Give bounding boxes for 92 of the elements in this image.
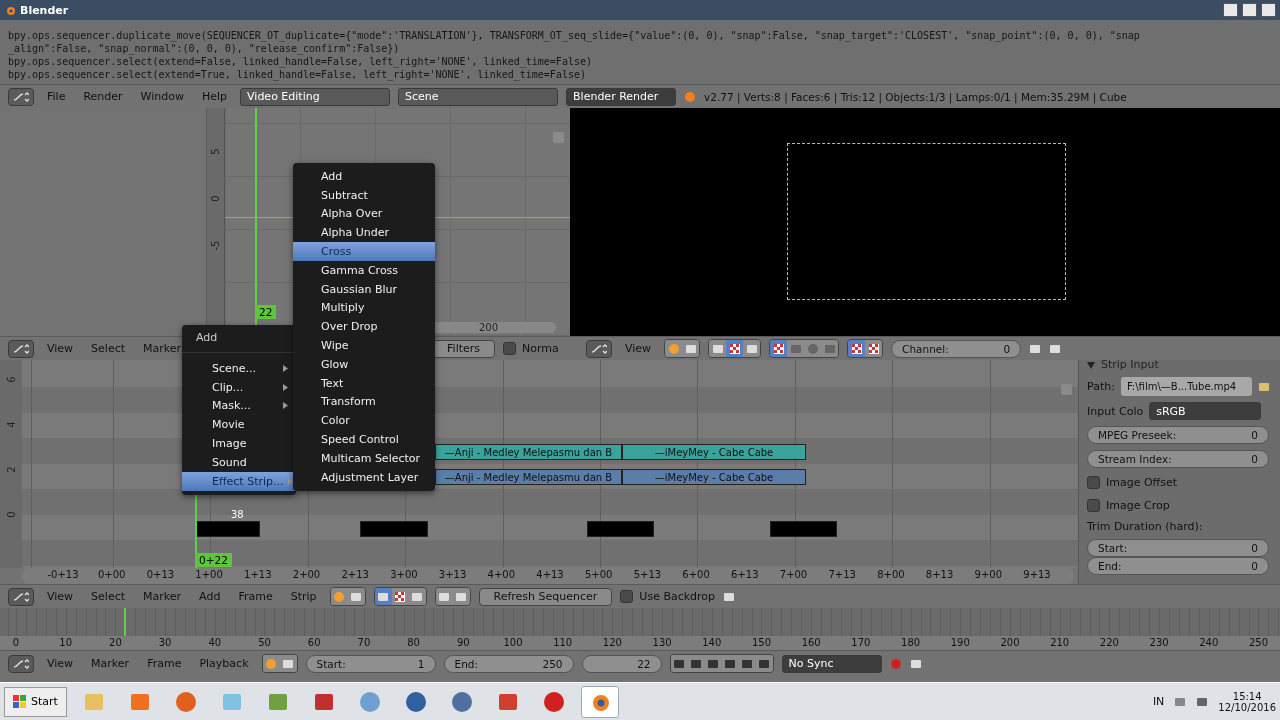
ruler-label: 9+13	[1023, 569, 1051, 580]
ruler-label: 70	[357, 637, 371, 648]
checkbox-label: Norma	[522, 342, 559, 355]
ruler-label: 7+13	[828, 569, 856, 580]
ruler-label: 4+00	[487, 569, 516, 580]
console-line: bpy.ops.sequencer.select(extend=False, linked_handle=False, left_right='NONE', linked_time=False)	[8, 55, 593, 68]
ruler-label: 3+00	[390, 569, 418, 580]
ruler-label: 10	[59, 637, 73, 648]
strip-label: —Anji - Medley Melepasmu dan B	[444, 446, 613, 458]
ruler-label: 50	[258, 637, 271, 648]
ruler-label: 7+00	[779, 569, 808, 580]
field-value: 1	[417, 657, 425, 670]
frame-indicator: 22	[255, 305, 277, 319]
ruler-label: 2+00	[292, 569, 321, 580]
channel-number: 2	[5, 466, 17, 473]
ruler-label: 100	[503, 637, 523, 648]
ruler-label: 30	[158, 637, 172, 648]
ruler-label: 1+13	[244, 569, 272, 580]
frame-indicator: 0+22	[195, 553, 232, 567]
ruler-label: 40	[208, 637, 222, 648]
console-line: bpy.ops.sequencer.select(extend=True, linked_handle=False, left_right='NONE', linked_time=False)	[8, 68, 587, 81]
axis-label: 0	[210, 195, 221, 202]
ruler-label: 8+13	[925, 569, 954, 580]
axis-label: -5	[210, 240, 221, 251]
field-label: Path:	[1087, 380, 1115, 393]
field-label: Start:	[316, 657, 346, 670]
ruler-label: 0+00	[97, 569, 126, 580]
ruler-label: 240	[1199, 637, 1219, 648]
ruler-label: 200	[1000, 637, 1020, 648]
ruler-label: 130	[652, 637, 672, 648]
ruler-label: 4+13	[536, 569, 564, 580]
ruler-label: 140	[702, 637, 722, 648]
axis-label: 200	[478, 322, 498, 333]
ruler-label: 190	[950, 637, 970, 648]
console-line: bpy.ops.sequencer.duplicate_move(SEQUENCER_OT_duplicate={"mode":'TRANSLATION'}, TRANSFORM_OT_seq_slide={"value":(0, 0), "snap":False, "snap_target":'CLOSEST', "snap_point":(0, 0, 0), "snap	[8, 29, 1141, 42]
ruler-label: 20	[109, 637, 122, 648]
console-line: _align":False, "snap_normal":(0, 0, 0), "release_confirm":False})	[8, 42, 401, 55]
section-label: Trim Duration (hard):	[1087, 520, 1204, 533]
ruler-label: 5+13	[633, 569, 662, 580]
ruler-label: 160	[801, 637, 821, 648]
ruler-label: 220	[1099, 637, 1119, 648]
field-value: 0	[1251, 429, 1258, 441]
ruler-label: 9+00	[974, 569, 1003, 580]
ruler-label: 180	[901, 637, 921, 648]
field-label: Start:	[1098, 542, 1128, 554]
checkbox-label: Image Crop	[1106, 499, 1170, 512]
clock-date: 12/10/2016	[1218, 701, 1276, 713]
panel-title: Strip Input	[1101, 358, 1159, 371]
ruler-label: 150	[751, 637, 772, 648]
field-label: End:	[454, 657, 478, 670]
field-label: End:	[1098, 560, 1122, 572]
strip-length: 38	[231, 509, 244, 520]
field-label: Input Colo	[1087, 404, 1144, 418]
ruler-label: 60	[307, 637, 321, 648]
field-value: 0	[1251, 453, 1258, 465]
window-title: Blender	[20, 3, 70, 17]
clock-time: 15:14	[1232, 690, 1262, 702]
ruler-label: 6+00	[682, 569, 710, 580]
ruler-label: 1+00	[195, 569, 223, 580]
ruler-label: 5+00	[584, 569, 613, 580]
field-label: Channel:	[902, 342, 949, 355]
ruler-label: -0+13	[47, 569, 79, 580]
ruler-label: 6+13	[731, 569, 759, 580]
ruler-label: 170	[851, 637, 871, 648]
field-label: MPEG Preseek:	[1098, 429, 1177, 441]
channel-number: 4	[5, 421, 17, 428]
channel-number: 6	[5, 376, 17, 383]
strip-label: —iMeyMey - Cabe Cabe	[654, 446, 774, 458]
ruler-label: 210	[1050, 637, 1070, 648]
checkbox-label: Image Offset	[1106, 476, 1177, 489]
ruler-label: 230	[1149, 637, 1169, 648]
field-value: 250	[542, 657, 563, 670]
ruler-label: 110	[553, 637, 573, 648]
strip-label: —iMeyMey - Cabe Cabe	[654, 471, 774, 483]
ruler-label: 250	[1248, 637, 1269, 648]
ruler-label: 120	[602, 637, 622, 648]
field-label: Stream Index:	[1098, 453, 1172, 465]
field-value: 0	[1251, 560, 1258, 572]
strip-label: —Anji - Medley Melepasmu dan B	[444, 471, 613, 483]
ruler-label: 3+13	[438, 569, 467, 580]
field-value: 0	[1251, 542, 1258, 554]
axis-label: 5	[210, 148, 221, 155]
channel-number: 0	[5, 511, 17, 518]
ruler-label: 80	[407, 637, 420, 648]
ruler-label: 90	[456, 637, 470, 648]
checkbox-label: Use Backdrop	[639, 590, 716, 603]
ruler-label: 0	[12, 637, 20, 648]
ruler-label: 2+13	[341, 569, 369, 580]
field-value: 0	[1003, 342, 1011, 355]
scene-stats: v2.77 | Verts:8 | Faces:6 | Tris:12 | Objects:1/3 | Lamps:0/1 | Mem:35.29M | Cube	[704, 90, 1127, 103]
ruler-label: 8+00	[877, 569, 905, 580]
ruler-label: 0+13	[146, 569, 175, 580]
